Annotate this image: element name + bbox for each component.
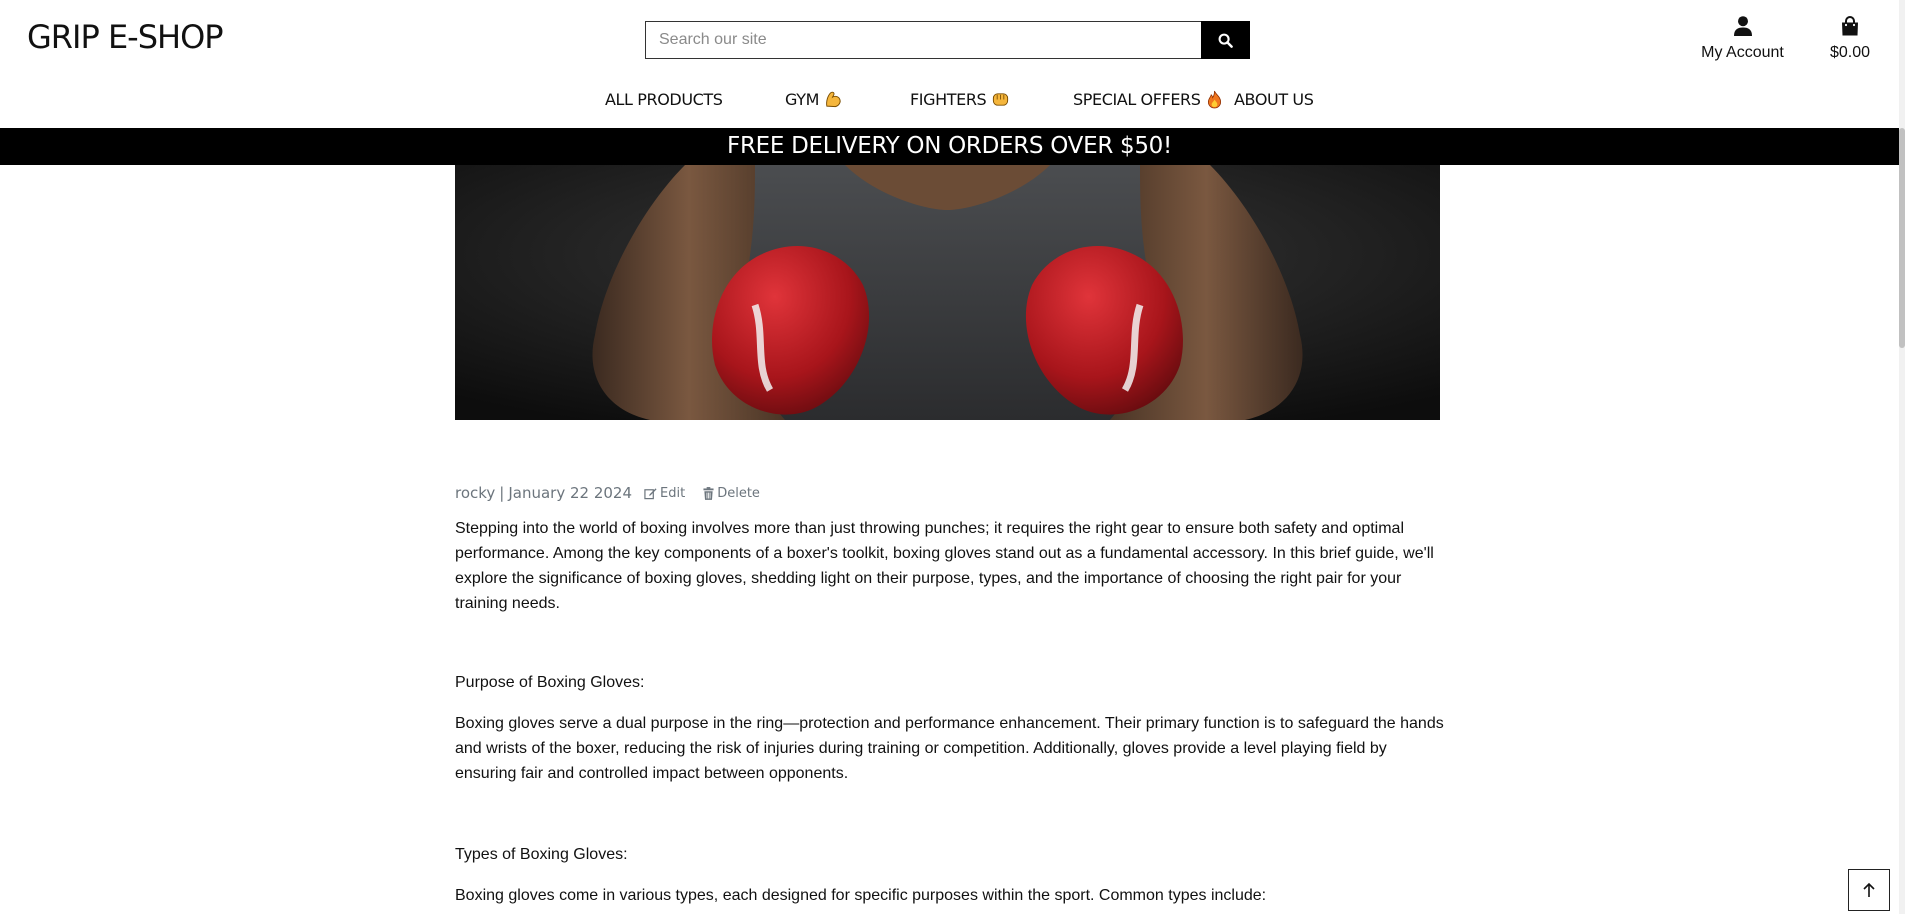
nav-about-us[interactable]: ABOUT US xyxy=(1234,90,1314,109)
nav-label: SPECIAL OFFERS xyxy=(1073,90,1201,109)
main-nav: ALL PRODUCTS GYM FIGHTERS SPECIAL OFFERS… xyxy=(0,90,1905,112)
delete-label: Delete xyxy=(717,485,760,501)
cart-total: $0.00 xyxy=(1829,44,1871,61)
trash-icon xyxy=(703,486,714,500)
post-subheading: Purpose of Boxing Gloves: xyxy=(455,674,645,691)
post-date: January 22 2024 xyxy=(508,484,633,502)
post-subheading: Types of Boxing Gloves: xyxy=(455,846,628,863)
nav-gym[interactable]: GYM xyxy=(785,90,843,109)
nav-label: ALL PRODUCTS xyxy=(605,90,723,109)
oncoming-fist-icon xyxy=(993,93,1009,106)
user-icon xyxy=(1733,16,1752,36)
fire-icon xyxy=(1207,90,1221,109)
nav-label: FIGHTERS xyxy=(910,90,987,109)
nav-label: GYM xyxy=(785,90,819,109)
nav-all-products[interactable]: ALL PRODUCTS xyxy=(605,90,723,109)
post-paragraph: Boxing gloves serve a dual purpose in th… xyxy=(455,715,1444,782)
post-paragraph: Stepping into the world of boxing involv… xyxy=(455,520,1434,612)
meta-separator: | xyxy=(499,484,505,502)
boxer-illustration xyxy=(455,165,1440,420)
search-form xyxy=(645,21,1250,59)
my-account-label: My Account xyxy=(1701,44,1784,61)
blog-post-hero-image xyxy=(455,165,1440,420)
post-body: Stepping into the world of boxing involv… xyxy=(455,516,1445,904)
shopping-bag-icon xyxy=(1842,16,1858,36)
search-icon xyxy=(1218,33,1233,48)
search-button[interactable] xyxy=(1201,21,1250,59)
edit-icon xyxy=(644,487,657,499)
page-scrollbar-thumb[interactable] xyxy=(1899,128,1905,348)
nav-special-offers[interactable]: SPECIAL OFFERS xyxy=(1073,90,1223,109)
edit-label: Edit xyxy=(660,485,686,501)
site-logo[interactable]: GRIP E-SHOP xyxy=(27,18,224,56)
cart-link[interactable]: $0.00 xyxy=(1820,16,1880,62)
arrow-up-icon xyxy=(1863,882,1875,897)
post-author: rocky xyxy=(455,484,496,502)
nav-fighters[interactable]: FIGHTERS xyxy=(910,90,1010,109)
delete-post-link[interactable]: Delete xyxy=(703,486,760,501)
free-delivery-banner: FREE DELIVERY ON ORDERS OVER $50! xyxy=(0,128,1899,165)
post-meta: rocky | January 22 2024 Edit Delete xyxy=(455,484,760,502)
nav-label: ABOUT US xyxy=(1234,90,1314,109)
site-header: GRIP E-SHOP My Account $0 xyxy=(0,0,1905,128)
post-paragraph: Boxing gloves come in various types, eac… xyxy=(455,887,1267,904)
search-input[interactable] xyxy=(645,21,1201,59)
back-to-top-button[interactable] xyxy=(1848,869,1890,911)
my-account-link[interactable]: My Account xyxy=(1690,16,1795,62)
edit-post-link[interactable]: Edit xyxy=(644,486,685,501)
flexed-biceps-icon xyxy=(826,91,841,108)
